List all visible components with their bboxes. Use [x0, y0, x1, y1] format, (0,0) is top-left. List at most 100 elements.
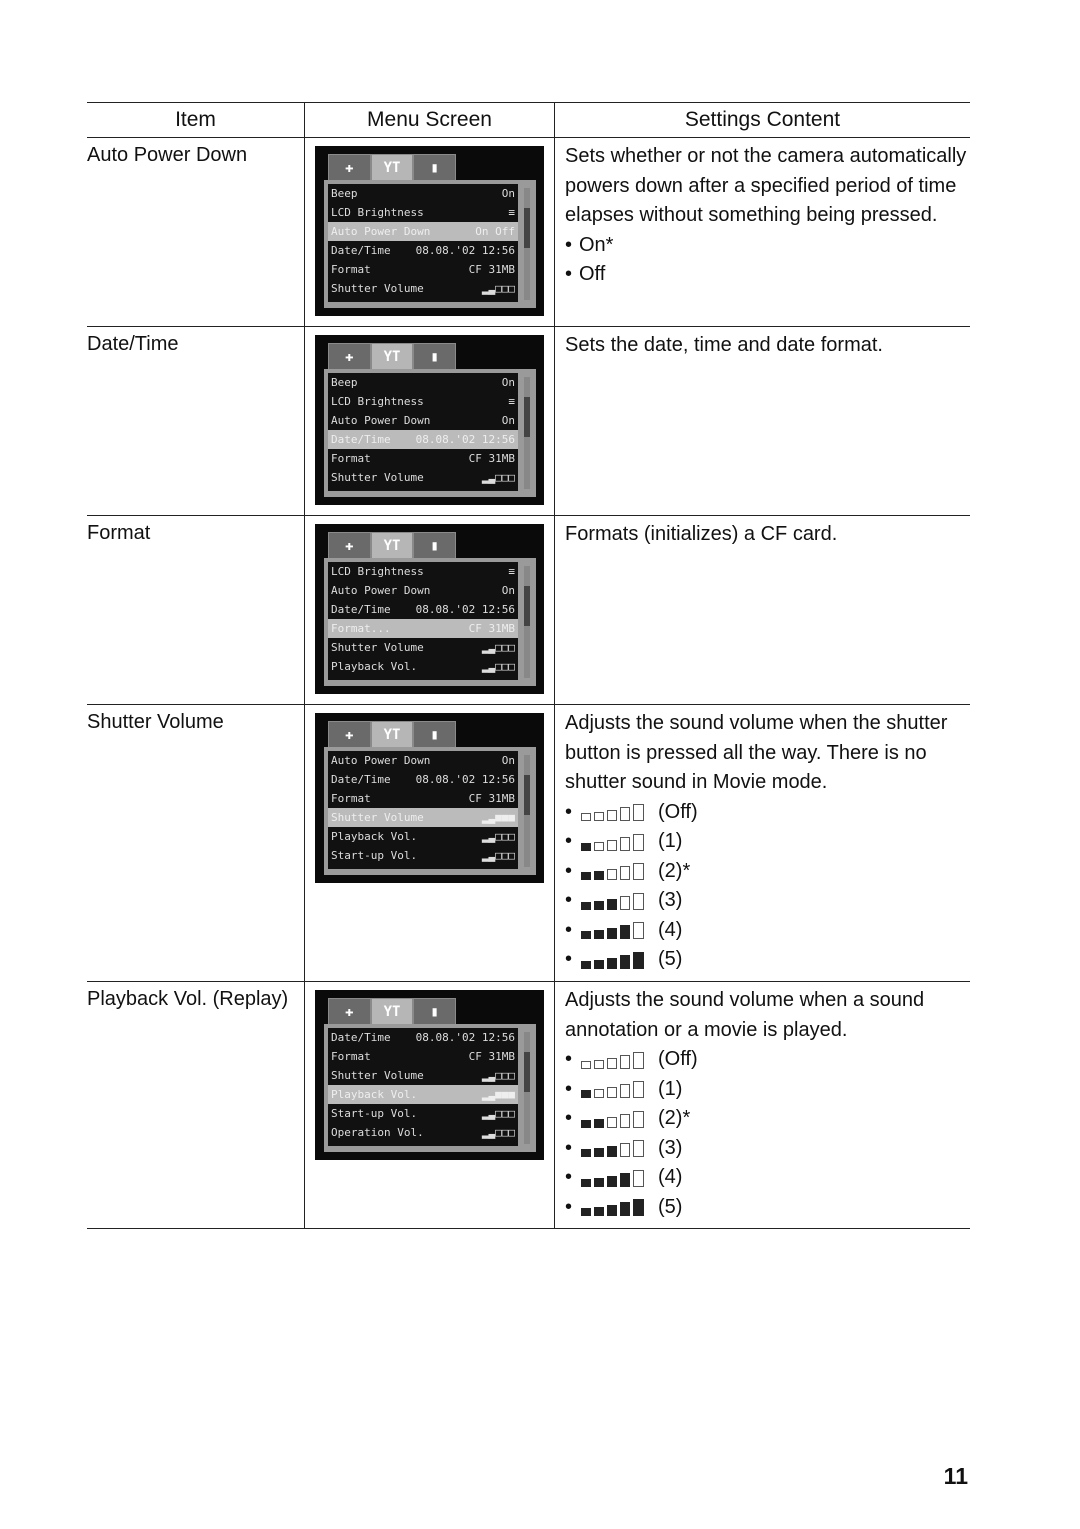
lcd-menu-item: Format CF 31MB [328, 789, 518, 808]
lcd-menu-label: LCD Brightness [331, 395, 424, 408]
lcd-menu-value: ▂▃□□□ [481, 471, 515, 484]
option-label: On* [579, 233, 614, 256]
lcd-menu-item: Shutter Volume ▂▃□□□ [328, 468, 518, 487]
lcd-menu-item: Beep On [328, 184, 518, 203]
lcd-menu-value: ▂▃■■■ [481, 1088, 515, 1101]
lcd-tab: ✚ [328, 721, 371, 749]
lcd-menu-item: Playback Vol. ▂▃□□□ [328, 827, 518, 846]
menu-screen-cell: ✚ YT ▮ LCD Brightness ≡ Auto Power Down On Date… [305, 516, 555, 704]
lcd-menu-label: Format [331, 263, 371, 276]
volume-bar [607, 898, 617, 910]
volume-bar [633, 1199, 644, 1217]
volume-level-icon [581, 1080, 644, 1099]
volume-bar [633, 863, 644, 881]
volume-label: (2)* [658, 1107, 691, 1129]
volume-bar [633, 804, 644, 822]
lcd-tab: YT [370, 154, 414, 182]
settings-description: Sets whether or not the camera automatic… [565, 145, 967, 226]
lcd-tab-icon: ✚ [345, 727, 354, 743]
volume-level-icon [581, 951, 644, 969]
volume-bar [607, 1087, 617, 1099]
lcd-tab-icon: YT [383, 1004, 401, 1020]
lcd-menu-label: Shutter Volume [331, 282, 424, 295]
table-row: Playback Vol. (Replay) ✚ YT ▮ Date/Time 08.08… [87, 982, 970, 1229]
option-item: • Off [565, 260, 970, 290]
lcd-menu-item: Playback Vol. ▂▃□□□ [328, 657, 518, 676]
lcd-menu-value: ▂▃□□□ [481, 660, 515, 673]
volume-level-icon [581, 1139, 644, 1158]
lcd-menu-value: On [501, 376, 515, 389]
lcd-menu-item: LCD Brightness ≡ [328, 562, 518, 581]
lcd-menu-label: Beep [331, 376, 358, 389]
volume-option: • (5) [565, 945, 970, 975]
lcd-tab: ▮ [413, 998, 457, 1026]
lcd-tab-icon: ✚ [345, 349, 354, 365]
option-label: Off [579, 263, 606, 285]
menu-screen-cell: ✚ YT ▮ Auto Power Down On Date/Time 08.08.'02 … [305, 705, 555, 981]
lcd-scrollbar [524, 1032, 530, 1144]
lcd-menu-label: Date/Time [331, 773, 391, 786]
lcd-menu-item: Start-up Vol. ▂▃□□□ [328, 846, 518, 865]
volume-level-icon [581, 862, 644, 881]
lcd-menu-value: ≡ [508, 565, 515, 578]
volume-level-icon [581, 921, 644, 940]
volume-bar [594, 959, 604, 969]
lcd-menu-label: Start-up Vol. [331, 849, 418, 862]
lcd-menu-item: Playback Vol. ▂▃■■■ [328, 1085, 518, 1104]
lcd-menu-label: Auto Power Down [331, 584, 431, 597]
lcd-menu-item: Format CF 31MB [328, 260, 518, 279]
lcd-tab: ▮ [413, 532, 457, 560]
lcd-menu-item: Date/Time 08.08.'02 12:56 [328, 430, 518, 449]
volume-bar [620, 895, 630, 910]
item-name: Playback Vol. (Replay) [87, 982, 305, 1228]
volume-option: • (1) [565, 1075, 970, 1105]
lcd-menu-item: Shutter Volume ▂▃■■■ [328, 808, 518, 827]
lcd-panel: Date/Time 08.08.'02 12:56 Format CF 31MB Shu… [324, 1024, 536, 1152]
lcd-menu-label: Date/Time [331, 433, 391, 446]
menu-screen-cell: ✚ YT ▮ Beep On LCD Brightness ≡ Auto Power Down… [305, 138, 555, 326]
volume-bar [607, 1057, 617, 1069]
volume-bar [607, 928, 617, 940]
lcd-menu-value: CF 31MB [468, 452, 515, 465]
volume-bar [607, 810, 617, 822]
lcd-scroll-thumb [524, 208, 530, 248]
volume-bar [607, 1205, 617, 1217]
lcd-menu-value: 08.08.'02 12:56 [415, 1031, 515, 1044]
volume-bar [620, 1113, 630, 1128]
lcd-tab-icon: ▮ [430, 160, 439, 176]
volume-option: • (Off) [565, 1045, 970, 1075]
lcd-menu-value: On [501, 754, 515, 767]
lcd-panel: Beep On LCD Brightness ≡ Auto Power Down On Da… [324, 369, 536, 497]
lcd-menu-value: On Off [475, 225, 515, 238]
volume-level-icon [581, 803, 644, 822]
lcd-menu-value: On [501, 414, 515, 427]
lcd-tab-icon: ✚ [345, 538, 354, 554]
volume-bar [633, 951, 644, 969]
settings-description: Adjusts the sound volume when a sound an… [565, 989, 925, 1041]
header-item: Item [87, 103, 305, 137]
volume-bar [594, 841, 604, 851]
volume-bar [620, 1143, 630, 1158]
volume-label: (3) [658, 1136, 683, 1159]
volume-label: (Off) [658, 800, 698, 823]
settings-description: Sets the date, time and date format. [565, 334, 883, 356]
volume-bar [581, 1149, 591, 1158]
volume-bar [633, 1081, 644, 1099]
lcd-tabs: ✚ YT ▮ [328, 343, 457, 371]
volume-bar [594, 1089, 604, 1099]
lcd-menu-item: Date/Time 08.08.'02 12:56 [328, 1028, 518, 1047]
volume-option: • (3) [565, 1134, 970, 1164]
volume-label: (4) [658, 918, 683, 941]
volume-bar [607, 869, 617, 881]
volume-bar [581, 872, 591, 881]
bullet: • [565, 1077, 573, 1100]
lcd-tab: ✚ [328, 532, 371, 560]
lcd-menu-list: Date/Time 08.08.'02 12:56 Format CF 31MB Shu… [328, 1028, 518, 1146]
lcd-scrollbar [524, 188, 530, 300]
lcd-tabs: ✚ YT ▮ [328, 154, 457, 182]
volume-bar [581, 1178, 591, 1187]
volume-bar [594, 1059, 604, 1069]
lcd-scroll-thumb [524, 397, 530, 437]
lcd-menu-list: LCD Brightness ≡ Auto Power Down On Date/Tim… [328, 562, 518, 680]
lcd-menu-label: Format [331, 452, 371, 465]
